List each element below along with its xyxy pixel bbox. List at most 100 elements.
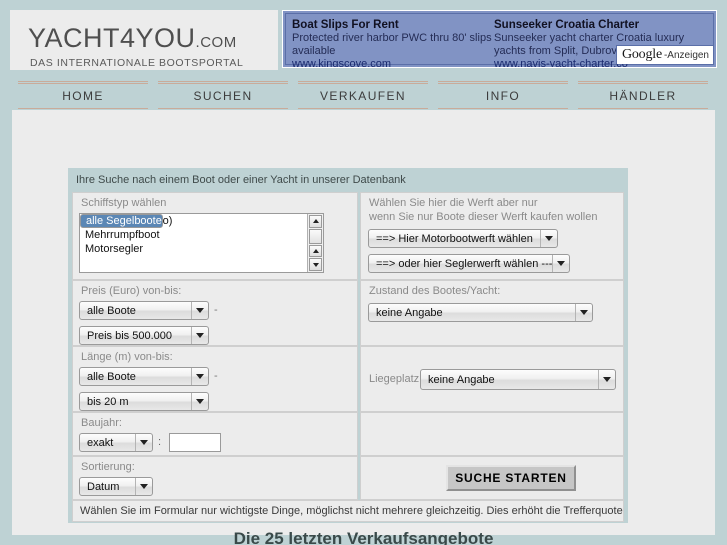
logo-subtitle: DAS INTERNATIONALE BOOTSPORTAL (30, 57, 244, 69)
nav-item-label: INFO (485, 89, 521, 103)
liegeplatz-select[interactable]: keine Angabe (420, 369, 616, 390)
nav-item-label: VERKAUFEN (320, 89, 406, 103)
field-liegeplatz-label: Liegeplatz: (369, 373, 423, 385)
zustand-select[interactable]: keine Angabe (368, 303, 593, 322)
preis-to-select[interactable]: Preis bis 500.000 (79, 326, 209, 345)
preis-from-select-value: alle Boote (87, 304, 136, 317)
shiptype-listbox-items: alle Segelboote Segelboot (Mono) Mehrrum… (80, 214, 307, 272)
chevron-down-icon[interactable] (135, 434, 152, 451)
sortierung-select-value: Datum (87, 480, 120, 493)
baujahr-mode-select-value: exakt (87, 436, 114, 449)
motorbootwerft-select-value: ==> Hier Motorbootwerft wählen (376, 232, 533, 245)
preis-to-select-value: Preis bis 500.000 (87, 329, 172, 342)
field-shiptype-label: Schiffstyp wählen (81, 197, 167, 209)
field-werft-label-line1: Wählen Sie hier die Werft aber nur (369, 197, 538, 209)
field-zustand-label: Zustand des Bootes/Yacht: (369, 285, 501, 297)
logo-dotcom-text: .COM (195, 34, 237, 51)
chevron-down-icon[interactable] (191, 368, 208, 385)
laenge-to-select[interactable]: bis 20 m (79, 392, 209, 411)
baujahr-mode-select[interactable]: exakt (79, 433, 153, 452)
field-laenge: Länge (m) von-bis: alle Boote - bis 20 m (72, 346, 358, 412)
google-ads-inner: Boat Slips For Rent Protected river harb… (285, 13, 714, 67)
laenge-from-select[interactable]: alle Boote (79, 367, 209, 386)
main-navigation: HOME SUCHEN VERKAUFEN INFO HÄNDLER (0, 78, 727, 111)
site-logo[interactable]: YACHT4YOU.COM DAS INTERNATIONALE BOOTSPO… (10, 10, 278, 70)
nav-item-label: SUCHEN (193, 89, 253, 103)
submit-cell: SUCHE STARTEN (360, 456, 624, 500)
scroll-down-icon[interactable] (309, 258, 322, 271)
field-liegeplatz: Liegeplatz: keine Angabe (360, 346, 624, 412)
logo-title-text: YACHT4YOU (28, 23, 196, 53)
field-preis: Preis (Euro) von-bis: alle Boote - Preis… (72, 280, 358, 346)
chevron-down-icon[interactable] (191, 302, 208, 319)
baujahr-year-input[interactable] (169, 433, 221, 452)
site-header: YACHT4YOU.COM DAS INTERNATIONALE BOOTSPO… (0, 0, 727, 78)
laenge-to-select-value: bis 20 m (87, 395, 129, 408)
nav-item-info[interactable]: INFO (438, 81, 568, 111)
seglerwerft-select-value: ==> oder hier Seglerwerft wählen ----- (376, 257, 552, 270)
chevron-down-icon[interactable] (552, 255, 569, 272)
search-submit-button[interactable]: SUCHE STARTEN (446, 465, 576, 491)
chevron-down-icon[interactable] (191, 327, 208, 344)
ad-url[interactable]: www.kingscove.com (292, 58, 492, 67)
field-spacer (360, 412, 624, 456)
laenge-range-separator: - (214, 370, 218, 382)
ad-line-1: Sunseeker yacht charter Croatia luxury (494, 32, 685, 44)
google-logo-text: Google (621, 47, 662, 62)
shiptype-listbox[interactable]: alle Segelboote Segelboot (Mono) Mehrrum… (79, 213, 324, 273)
field-sortierung-label: Sortierung: (81, 461, 135, 473)
field-baujahr: Baujahr: exakt : (72, 412, 358, 456)
search-form-panel: Ihre Suche nach einem Boot oder einer Ya… (68, 168, 628, 523)
nav-item-label: HÄNDLER (609, 89, 677, 103)
ad-title[interactable]: Sunseeker Croatia Charter (494, 18, 709, 32)
search-hint: Wählen Sie im Formular nur wichtigste Di… (72, 500, 624, 522)
seglerwerft-select[interactable]: ==> oder hier Seglerwerft wählen ----- (368, 254, 570, 273)
chevron-down-icon[interactable] (598, 370, 615, 389)
nav-item-label: HOME (62, 89, 104, 103)
field-preis-label: Preis (Euro) von-bis: (81, 285, 182, 297)
ad-title[interactable]: Boat Slips For Rent (292, 18, 492, 32)
chevron-down-icon[interactable] (191, 393, 208, 410)
field-shiptype: Schiffstyp wählen alle Segelboote Segelb… (72, 192, 358, 280)
zustand-select-value: keine Angabe (376, 306, 443, 319)
liegeplatz-select-value: keine Angabe (428, 373, 495, 386)
chevron-down-icon[interactable] (135, 478, 152, 495)
chevron-down-icon[interactable] (540, 230, 557, 247)
field-zustand: Zustand des Bootes/Yacht: keine Angabe (360, 280, 624, 346)
chevron-down-icon[interactable] (575, 304, 592, 321)
scrollbar-thumb[interactable] (309, 228, 322, 244)
search-form-heading: Ihre Suche nach einem Boot oder einer Ya… (76, 174, 406, 186)
scroll-up-icon[interactable] (309, 215, 322, 228)
scroll-up-icon[interactable] (309, 244, 322, 258)
laenge-from-select-value: alle Boote (87, 370, 136, 383)
content-area: Ihre Suche nach einem Boot oder einer Ya… (12, 110, 715, 535)
list-item[interactable]: alle Segelboote (80, 214, 163, 228)
list-item[interactable]: Motorsegler (80, 242, 307, 256)
baujahr-separator: : (158, 436, 162, 448)
nav-item-home[interactable]: HOME (18, 81, 148, 111)
ad-line-1: Protected river harbor PWC thru 80' slip… (292, 32, 492, 44)
sortierung-select[interactable]: Datum (79, 477, 153, 496)
nav-item-verkaufen[interactable]: VERKAUFEN (298, 81, 428, 111)
page-root: YACHT4YOU.COM DAS INTERNATIONALE BOOTSPO… (0, 0, 727, 545)
google-ads-badge[interactable]: Google -Anzeigen (615, 45, 713, 64)
list-item[interactable]: Mehrrumpfboot (80, 228, 307, 242)
logo-title: YACHT4YOU.COM (28, 23, 237, 54)
bottom-section-title: Die 25 letzten Verkaufsangebote (233, 529, 494, 545)
nav-item-suchen[interactable]: SUCHEN (158, 81, 288, 111)
google-badge-suffix: -Anzeigen (663, 49, 709, 61)
google-ads-banner: Boat Slips For Rent Protected river harb… (282, 10, 717, 68)
field-werft: Wählen Sie hier die Werft aber nur wenn … (360, 192, 624, 280)
motorbootwerft-select[interactable]: ==> Hier Motorbootwerft wählen (368, 229, 558, 248)
preis-from-select[interactable]: alle Boote (79, 301, 209, 320)
field-werft-label-line2: wenn Sie nur Boote dieser Werft kaufen w… (369, 211, 598, 223)
field-baujahr-label: Baujahr: (81, 417, 122, 429)
ad-item[interactable]: Boat Slips For Rent Protected river harb… (292, 18, 492, 67)
ad-line-2: available (292, 45, 336, 57)
preis-range-separator: - (214, 304, 218, 316)
shiptype-listbox-scrollbar[interactable] (307, 214, 323, 272)
field-sortierung: Sortierung: Datum (72, 456, 358, 500)
search-hint-text: Wählen Sie im Formular nur wichtigste Di… (80, 505, 623, 517)
nav-item-haendler[interactable]: HÄNDLER (578, 81, 708, 111)
field-laenge-label: Länge (m) von-bis: (81, 351, 173, 363)
